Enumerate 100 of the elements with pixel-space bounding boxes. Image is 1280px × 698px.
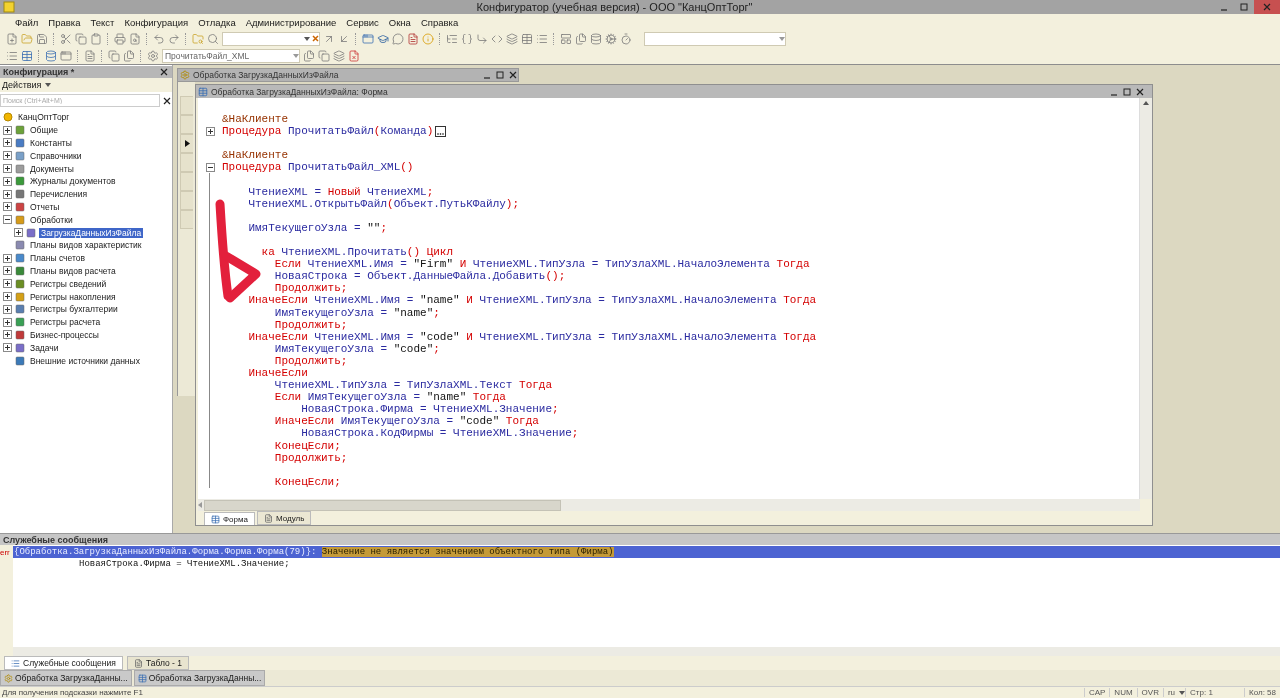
undo-icon[interactable]: [153, 32, 165, 45]
vertical-scrollbar[interactable]: [1139, 98, 1152, 499]
expand-icon[interactable]: [3, 125, 12, 135]
menu-item[interactable]: Файл: [10, 16, 44, 28]
files-icon[interactable]: [575, 32, 587, 45]
horizontal-scrollbar[interactable]: [13, 647, 1280, 656]
copy-icon[interactable]: [108, 49, 120, 62]
collapse-icon[interactable]: [3, 215, 12, 225]
close-icon[interactable]: [162, 95, 172, 106]
expand-icon[interactable]: [3, 151, 12, 161]
window-icon[interactable]: [60, 49, 72, 62]
ellipsis-box-icon[interactable]: [435, 125, 447, 137]
scroll-left-icon[interactable]: [198, 502, 202, 508]
files-icon[interactable]: [123, 49, 135, 62]
copy-icon[interactable]: [318, 49, 330, 62]
tree-item[interactable]: Задачи: [28, 342, 61, 353]
layers-icon[interactable]: [506, 32, 518, 45]
braces-icon[interactable]: [461, 32, 473, 45]
maximize-icon[interactable]: [1239, 2, 1249, 12]
cog-icon[interactable]: [605, 32, 617, 45]
menu-item[interactable]: Отладка: [193, 16, 241, 28]
new-document-icon[interactable]: [6, 32, 18, 45]
expand-icon[interactable]: [3, 304, 12, 314]
files-icon[interactable]: [303, 49, 315, 62]
printer-icon[interactable]: [114, 32, 126, 45]
document-icon[interactable]: [407, 32, 419, 45]
tree-item[interactable]: Регистры бухгалтерии: [28, 304, 120, 315]
redo-icon[interactable]: [168, 32, 180, 45]
table-icon[interactable]: [21, 49, 33, 62]
settings-icon[interactable]: [147, 49, 159, 62]
search-icon[interactable]: [207, 32, 219, 45]
tree-item[interactable]: Справочники: [28, 150, 84, 161]
language-selector[interactable]: ru: [1162, 688, 1180, 697]
panel-tab[interactable]: Табло - 1: [126, 656, 189, 670]
tree-item[interactable]: Перечисления: [28, 189, 90, 200]
expand-icon[interactable]: [3, 317, 12, 327]
layers-icon[interactable]: [333, 49, 345, 62]
expand-icon[interactable]: [3, 253, 12, 263]
expand-icon[interactable]: [3, 343, 12, 353]
timer-icon[interactable]: [620, 32, 632, 45]
copy-icon[interactable]: [75, 32, 87, 45]
menu-item[interactable]: Справка: [415, 16, 464, 28]
menu-item[interactable]: Конфигурация: [119, 16, 194, 28]
collapse-icon[interactable]: [205, 162, 215, 172]
window-button[interactable]: Обработка ЗагрузкаДанны...: [133, 670, 266, 686]
close-icon[interactable]: [508, 70, 518, 80]
menu-item[interactable]: Сервис: [341, 16, 384, 28]
close-icon[interactable]: [159, 67, 169, 77]
maximize-icon[interactable]: [495, 70, 505, 80]
expand-icon[interactable]: [205, 126, 215, 136]
document-search-icon[interactable]: [129, 32, 141, 45]
combo-field[interactable]: [644, 31, 786, 46]
clear-icon[interactable]: [312, 35, 319, 42]
table-icon[interactable]: [521, 32, 533, 45]
menu-item[interactable]: Окна: [383, 16, 416, 28]
tree-item[interactable]: Документы: [28, 163, 76, 174]
tree-item[interactable]: ЗагрузкаДанныхИзФайла: [39, 227, 144, 238]
code-editor[interactable]: [198, 98, 1139, 499]
expand-icon[interactable]: [3, 292, 12, 302]
window-icon[interactable]: [362, 32, 374, 45]
menu-item[interactable]: Администрирование: [240, 16, 342, 28]
method-combo[interactable]: ПрочитатьФайл_XML: [162, 48, 300, 63]
close-icon[interactable]: [1135, 86, 1145, 97]
info-icon[interactable]: [422, 32, 434, 45]
maximize-icon[interactable]: [1122, 86, 1132, 97]
expand-icon[interactable]: [3, 330, 12, 340]
message-row[interactable]: НоваяСтрока.Фирма = ЧтениеXML.Значение;: [13, 558, 1280, 570]
dropdown-caret-icon[interactable]: [1179, 690, 1186, 695]
actions-menu[interactable]: Действия: [2, 80, 42, 90]
panel-tab[interactable]: Служебные сообщения: [4, 656, 123, 670]
dropdown-caret-icon[interactable]: [45, 83, 52, 87]
horizontal-scrollbar[interactable]: [198, 499, 1140, 511]
expand-icon[interactable]: [3, 138, 12, 148]
floppy-icon[interactable]: [36, 32, 48, 45]
tree-item[interactable]: Регистры накопления: [28, 291, 118, 302]
editor-tab[interactable]: Форма: [204, 512, 255, 525]
expand-icon[interactable]: [3, 189, 12, 199]
folder-search-icon[interactable]: [192, 32, 204, 45]
tree-item[interactable]: Планы видов характеристик: [28, 240, 144, 251]
clipboard-icon[interactable]: [90, 32, 102, 45]
editor-tab[interactable]: Модуль: [256, 511, 312, 525]
graduation-cap-icon[interactable]: [377, 32, 389, 45]
scroll-up-icon[interactable]: [1143, 101, 1149, 105]
expand-icon[interactable]: [3, 202, 12, 212]
expand-icon[interactable]: [3, 176, 12, 186]
expand-icon[interactable]: [3, 266, 12, 276]
menu-item[interactable]: Правка: [43, 16, 86, 28]
tree-item[interactable]: Планы видов расчета: [28, 265, 118, 276]
tree-item[interactable]: Общие: [28, 125, 60, 136]
list-icon[interactable]: [6, 49, 18, 62]
tree-item[interactable]: Регистры расчета: [28, 317, 103, 328]
tree-item[interactable]: Бизнес-процессы: [28, 329, 101, 340]
step-icon[interactable]: [476, 32, 488, 45]
expand-icon[interactable]: [3, 279, 12, 289]
tree-item[interactable]: Отчеты: [28, 201, 62, 212]
dropdown-caret-icon[interactable]: [304, 36, 310, 41]
document-icon[interactable]: [84, 49, 96, 62]
tree-item[interactable]: Обработки: [28, 214, 75, 225]
scissors-icon[interactable]: [60, 32, 72, 45]
window-button[interactable]: Обработка ЗагрузкаДанны...: [0, 670, 132, 686]
